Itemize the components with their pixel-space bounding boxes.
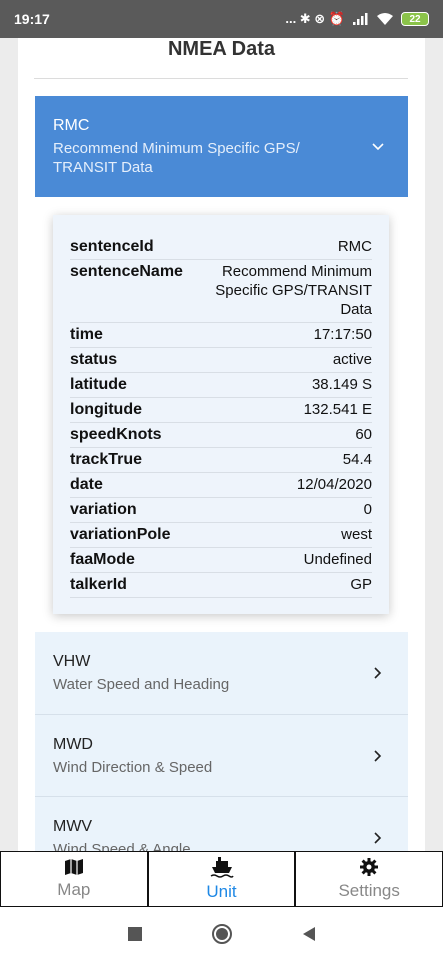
chevron-right-icon[interactable] <box>366 744 390 768</box>
chevron-right-icon[interactable] <box>366 826 390 850</box>
map-icon <box>64 859 83 875</box>
detail-row: speedKnots 60 <box>70 423 372 448</box>
field-key: speedKnots <box>70 426 162 443</box>
field-value: 12/04/2020 <box>296 476 372 493</box>
sentence-details-panel: sentenceId RMC sentenceName Recommend Mini… <box>53 215 389 614</box>
bottom-tab-bar: Map Unit Settings <box>0 851 443 907</box>
system-nav-bar <box>0 907 443 960</box>
field-key: variation <box>70 501 137 518</box>
field-key: talkerId <box>70 576 127 593</box>
sentence-description: Wind Direction & Speed <box>53 758 213 776</box>
tab-label: Map <box>57 880 91 899</box>
detail-row: status active <box>70 348 372 373</box>
notification-icons: ... ✱ ⊗ ⏰ <box>285 11 345 26</box>
detail-row: variation 0 <box>70 498 372 523</box>
detail-row: sentenceId RMC <box>70 235 372 260</box>
tab-map[interactable]: Map <box>0 851 148 907</box>
field-key: sentenceId <box>70 238 154 255</box>
sentence-code: MWV <box>53 817 93 835</box>
field-key: status <box>70 351 118 368</box>
field-key: time <box>70 326 103 343</box>
nmea-card: NMEA Data RMC Recommend Minimum Specific… <box>18 38 425 851</box>
sentence-code: VHW <box>53 653 91 670</box>
field-value: west <box>341 526 372 543</box>
back-icon[interactable] <box>302 926 316 941</box>
detail-row: date 12/04/2020 <box>70 473 372 498</box>
ship-icon <box>210 857 234 878</box>
detail-row: time 17:17:50 <box>70 323 372 348</box>
tab-unit[interactable]: Unit <box>147 851 296 907</box>
field-value: 17:17:50 <box>313 326 372 343</box>
tab-settings[interactable]: Settings <box>295 851 443 907</box>
field-value: Undefined <box>303 551 372 568</box>
field-value: active <box>332 351 372 368</box>
tab-label: Settings <box>338 881 400 900</box>
sentence-description: Water Speed and Heading <box>53 676 230 693</box>
page-title: NMEA Data <box>167 38 276 60</box>
detail-row: variationPole west <box>70 523 372 548</box>
field-key: date <box>70 476 103 493</box>
field-key: longitude <box>70 401 142 418</box>
detail-row: latitude 38.149 S <box>70 373 372 398</box>
chevron-right-icon[interactable] <box>366 661 390 685</box>
field-key: sentenceName <box>70 263 183 280</box>
accordion-mwv[interactable]: MWV Wind Speed & Angle <box>35 797 408 851</box>
accordion-vhw[interactable]: VHW Water Speed and Heading <box>35 632 408 715</box>
detail-row: sentenceName Recommend Minimum Specific GP… <box>70 260 372 323</box>
detail-row: talkerId GP <box>70 573 372 598</box>
recents-icon[interactable] <box>127 926 142 941</box>
chevron-down-icon[interactable] <box>366 135 390 159</box>
sentence-code: MWD <box>53 735 93 753</box>
battery-icon: 22 <box>401 12 429 26</box>
tab-label: Unit <box>206 882 237 901</box>
title-divider <box>34 78 408 79</box>
sentence-code: RMC <box>53 117 90 134</box>
signal-icon <box>353 13 368 25</box>
field-value: RMC <box>337 238 372 255</box>
sentence-description: Recommend Minimum Specific GPS/ TRANSIT … <box>53 140 300 176</box>
gear-icon <box>360 858 379 876</box>
accordion-mwd[interactable]: MWD Wind Direction & Speed <box>35 715 408 797</box>
detail-row: trackTrue 54.4 <box>70 448 372 473</box>
field-value: 0 <box>363 501 372 518</box>
field-key: latitude <box>70 376 127 393</box>
home-icon[interactable] <box>211 923 232 944</box>
sentence-description: Wind Speed & Angle <box>53 840 191 852</box>
field-key: faaMode <box>70 551 135 568</box>
field-value: 132.541 E <box>303 401 372 418</box>
detail-row: longitude 132.541 E <box>70 398 372 423</box>
status-bar: 19:17 ... ✱ ⊗ ⏰ 22 <box>0 0 443 38</box>
field-value: 54.4 <box>342 451 372 468</box>
field-value: 60 <box>355 426 372 443</box>
field-key: variationPole <box>70 526 171 543</box>
field-key: trackTrue <box>70 451 143 468</box>
accordion-rmc[interactable]: RMC Recommend Minimum Specific GPS/ TRAN… <box>35 96 408 197</box>
detail-row: faaMode Undefined <box>70 548 372 573</box>
field-value: GP <box>350 576 372 593</box>
field-value: 38.149 S <box>311 376 372 393</box>
field-value: Recommend Minimum Specific GPS/TRANSIT Dat… <box>215 263 372 318</box>
wifi-icon <box>377 13 393 25</box>
status-icons: ... ✱ ⊗ ⏰ 22 <box>285 11 429 27</box>
status-time: 19:17 <box>14 11 50 27</box>
